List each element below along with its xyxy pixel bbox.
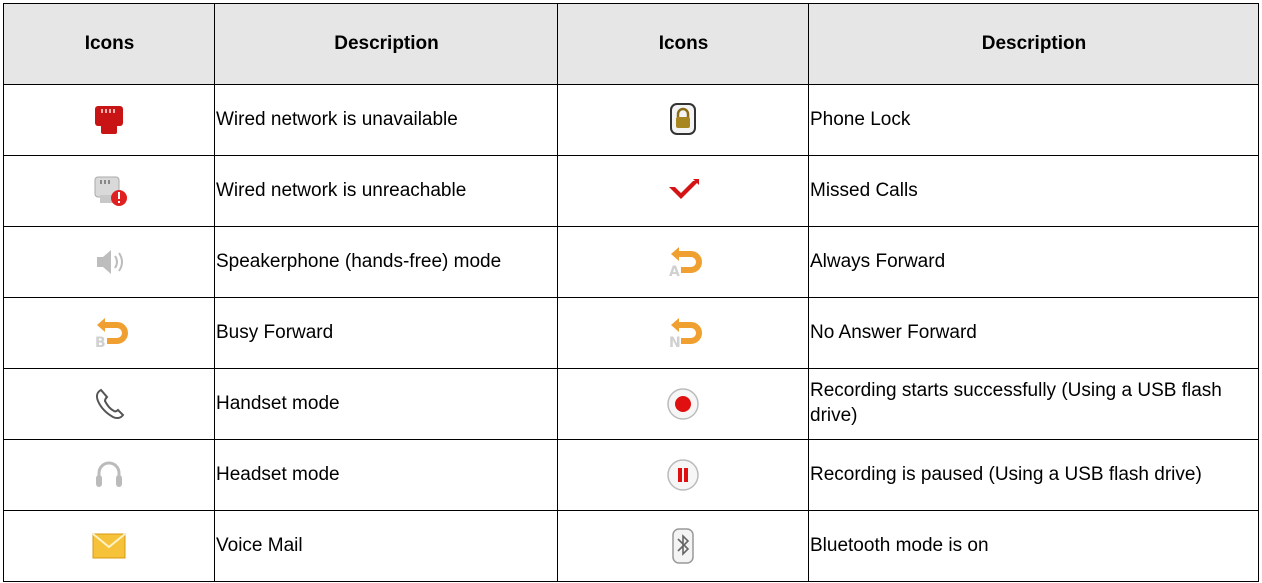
always-forward-icon: A xyxy=(663,244,703,280)
missed-calls-icon xyxy=(663,173,703,209)
bluetooth-icon xyxy=(663,528,703,564)
icon-cell xyxy=(3,155,215,227)
description-cell: Busy Forward xyxy=(214,297,558,369)
icon-cell: B xyxy=(3,297,215,369)
phone-lock-icon xyxy=(663,102,703,138)
svg-text:B: B xyxy=(95,335,106,351)
recording-paused-icon xyxy=(663,457,703,493)
wired-network-unavailable-icon xyxy=(89,102,129,138)
description-cell: Wired network is unavailable xyxy=(214,84,558,156)
table-row: Wired network is unavailable Phone Lock xyxy=(3,84,1259,156)
icon-cell xyxy=(3,368,215,440)
description-cell: Phone Lock xyxy=(808,84,1259,156)
icon-cell xyxy=(557,155,809,227)
table-row: Speakerphone (hands-free) mode A Always … xyxy=(3,226,1259,298)
description-cell: Speakerphone (hands-free) mode xyxy=(214,226,558,298)
header-description: Description xyxy=(808,3,1259,85)
voice-mail-icon xyxy=(89,528,129,564)
description-cell: Handset mode xyxy=(214,368,558,440)
headset-icon xyxy=(89,457,129,493)
speakerphone-icon xyxy=(89,244,129,280)
svg-text:N: N xyxy=(669,335,681,351)
icon-cell xyxy=(3,84,215,156)
handset-icon xyxy=(89,386,129,422)
icon-cell xyxy=(557,439,809,511)
recording-icon xyxy=(663,386,703,422)
description-cell: No Answer Forward xyxy=(808,297,1259,369)
table-row: Wired network is unreachable Missed Call… xyxy=(3,155,1259,227)
header-icons: Icons xyxy=(557,3,809,85)
table-row: B Busy Forward N No Answer Forward xyxy=(3,297,1259,369)
no-answer-forward-icon: N xyxy=(663,315,703,351)
busy-forward-icon: B xyxy=(89,315,129,351)
description-cell: Recording is paused (Using a USB flash d… xyxy=(808,439,1259,511)
icon-cell xyxy=(557,84,809,156)
icons-table: Icons Description Icons Description Wire… xyxy=(3,3,1259,582)
description-cell: Headset mode xyxy=(214,439,558,511)
table-row: Headset mode Recording is paused (Using … xyxy=(3,439,1259,511)
table-row: Voice Mail Bluetooth mode is on xyxy=(3,510,1259,582)
icon-cell xyxy=(557,368,809,440)
description-cell: Bluetooth mode is on xyxy=(808,510,1259,582)
description-cell: Wired network is unreachable xyxy=(214,155,558,227)
table-header-row: Icons Description Icons Description xyxy=(3,3,1259,85)
description-cell: Recording starts successfully (Using a U… xyxy=(808,368,1259,440)
icon-cell: A xyxy=(557,226,809,298)
table-row: Handset mode Recording starts successful… xyxy=(3,368,1259,440)
description-cell: Voice Mail xyxy=(214,510,558,582)
icon-cell xyxy=(3,510,215,582)
icon-cell xyxy=(3,439,215,511)
header-icons: Icons xyxy=(3,3,215,85)
svg-text:A: A xyxy=(669,264,680,280)
icon-cell xyxy=(557,510,809,582)
header-description: Description xyxy=(214,3,558,85)
wired-network-unreachable-icon xyxy=(89,173,129,209)
description-cell: Missed Calls xyxy=(808,155,1259,227)
icon-cell: N xyxy=(557,297,809,369)
icon-cell xyxy=(3,226,215,298)
description-cell: Always Forward xyxy=(808,226,1259,298)
